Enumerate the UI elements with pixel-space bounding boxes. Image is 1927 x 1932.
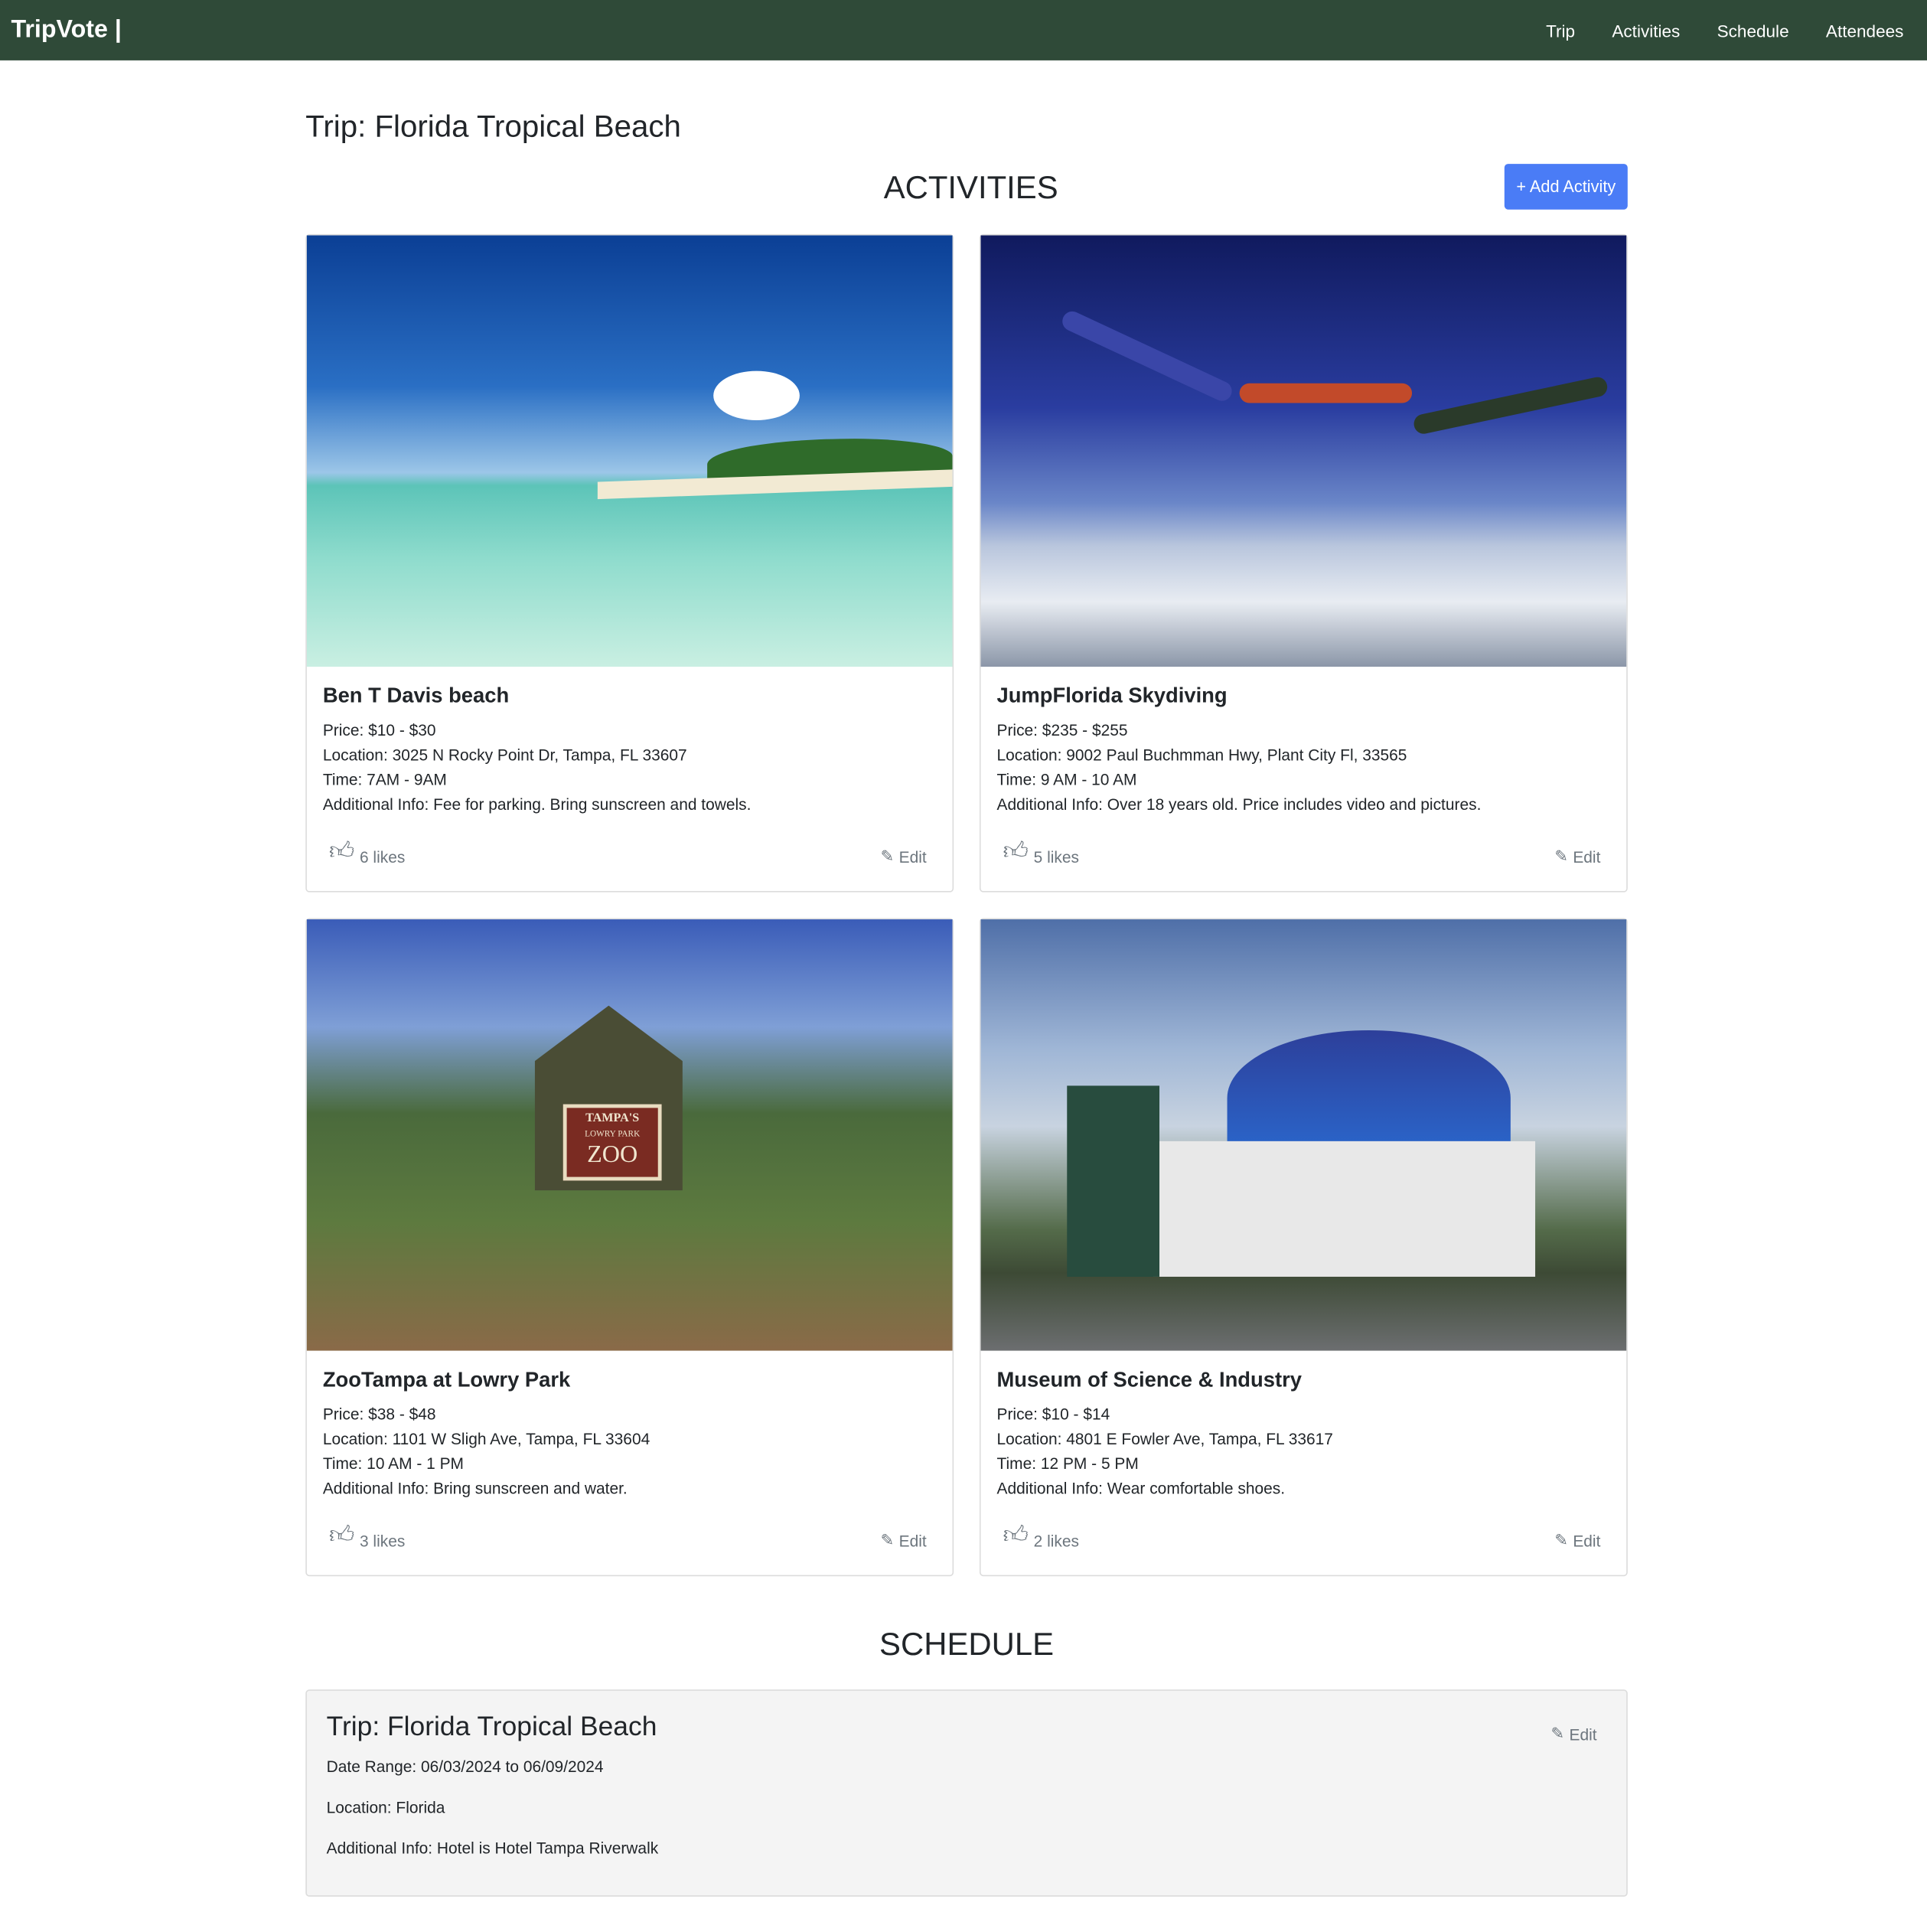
page-title: Trip: Florida Tropical Beach xyxy=(305,109,681,145)
activity-location: Location: 1101 W Sligh Ave, Tampa, FL 33… xyxy=(322,1429,650,1448)
activity-title: ZooTampa at Lowry Park xyxy=(322,1368,571,1392)
nav-link-trip[interactable]: Trip xyxy=(1546,21,1575,41)
schedule-title: Trip: Florida Tropical Beach xyxy=(326,1710,657,1741)
activity-image-zoo: TAMPA'S LOWRY PARK ZOO xyxy=(306,919,953,1351)
schedule-card: Trip: Florida Tropical Beach ✎ Edit Date … xyxy=(305,1689,1628,1897)
activity-time: Time: 7AM - 9AM xyxy=(322,770,447,789)
activity-price: Price: $10 - $14 xyxy=(996,1405,1110,1424)
edit-activity-button[interactable]: ✎ Edit xyxy=(1554,847,1600,866)
edit-icon: ✎ xyxy=(880,1530,895,1549)
brand-logo[interactable]: TripVote | xyxy=(11,16,121,44)
activity-image-skydiving xyxy=(980,235,1627,667)
edit-icon: ✎ xyxy=(880,847,895,866)
activities-heading: ACTIVITIES xyxy=(883,168,1058,206)
schedule-date-range: Date Range: 06/03/2024 to 06/09/2024 xyxy=(326,1757,604,1777)
activity-location: Location: 3025 N Rocky Point Dr, Tampa, … xyxy=(322,746,687,765)
likes-count: 6 likes xyxy=(359,847,406,866)
zoo-sign: TAMPA'S LOWRY PARK ZOO xyxy=(562,1104,662,1181)
activity-price: Price: $235 - $255 xyxy=(996,720,1128,739)
edit-label: Edit xyxy=(898,1531,927,1550)
navbar: TripVote | Trip Activities Schedule Atte… xyxy=(0,0,1927,60)
thumbs-up-icon: 👍︎ xyxy=(1003,1522,1029,1549)
like-button[interactable]: 👍︎ 5 likes xyxy=(1003,837,1079,866)
activity-time: Time: 10 AM - 1 PM xyxy=(322,1454,464,1473)
nav-links: Trip Activities Schedule Attendees xyxy=(1546,21,1903,41)
activity-card: JumpFlorida Skydiving Price: $235 - $255… xyxy=(979,233,1628,893)
activity-price: Price: $10 - $30 xyxy=(322,720,436,739)
activity-location: Location: 4801 E Fowler Ave, Tampa, FL 3… xyxy=(996,1429,1333,1448)
edit-icon: ✎ xyxy=(1554,847,1568,866)
edit-icon: ✎ xyxy=(1550,1724,1565,1743)
like-button[interactable]: 👍︎ 2 likes xyxy=(1003,1521,1079,1551)
schedule-location: Location: Florida xyxy=(326,1797,445,1817)
edit-activity-button[interactable]: ✎ Edit xyxy=(1554,1531,1600,1551)
likes-count: 5 likes xyxy=(1033,847,1079,866)
thumbs-up-icon: 👍︎ xyxy=(328,837,355,866)
activities-grid: Ben T Davis beach Price: $10 - $30 Locat… xyxy=(305,233,1628,1577)
edit-label: Edit xyxy=(1569,1725,1597,1744)
edit-schedule-button[interactable]: ✎ Edit xyxy=(1550,1724,1596,1744)
activity-time: Time: 12 PM - 5 PM xyxy=(996,1454,1139,1473)
activity-image-beach xyxy=(306,235,953,667)
edit-icon: ✎ xyxy=(1554,1530,1568,1549)
likes-count: 2 likes xyxy=(1033,1532,1079,1551)
activity-card: Museum of Science & Industry Price: $10 … xyxy=(979,918,1628,1577)
activity-title: Ben T Davis beach xyxy=(322,684,510,708)
schedule-heading: SCHEDULE xyxy=(879,1625,1055,1663)
activity-info: Additional Info: Wear comfortable shoes. xyxy=(996,1479,1286,1498)
schedule-info: Additional Info: Hotel is Hotel Tampa Ri… xyxy=(326,1839,659,1858)
edit-activity-button[interactable]: ✎ Edit xyxy=(881,847,927,866)
activity-price: Price: $38 - $48 xyxy=(322,1405,436,1424)
edit-label: Edit xyxy=(1573,1531,1601,1550)
likes-count: 3 likes xyxy=(359,1532,406,1551)
edit-activity-button[interactable]: ✎ Edit xyxy=(881,1531,927,1551)
edit-label: Edit xyxy=(1573,847,1601,866)
edit-label: Edit xyxy=(898,847,927,866)
like-button[interactable]: 👍︎ 3 likes xyxy=(328,1521,406,1551)
activity-title: Museum of Science & Industry xyxy=(996,1368,1302,1392)
activity-card: TAMPA'S LOWRY PARK ZOO ZooTampa at Lowry P… xyxy=(305,918,954,1577)
activity-location: Location: 9002 Paul Buchmman Hwy, Plant … xyxy=(996,746,1407,765)
activity-card: Ben T Davis beach Price: $10 - $30 Locat… xyxy=(305,233,954,893)
nav-link-schedule[interactable]: Schedule xyxy=(1717,21,1789,41)
activity-info: Additional Info: Over 18 years old. Pric… xyxy=(996,795,1482,814)
like-button[interactable]: 👍︎ 6 likes xyxy=(329,837,405,866)
activity-title: JumpFlorida Skydiving xyxy=(996,684,1228,708)
add-activity-button[interactable]: + Add Activity xyxy=(1504,164,1628,210)
activity-image-museum xyxy=(980,919,1627,1351)
nav-link-attendees[interactable]: Attendees xyxy=(1826,21,1904,41)
activity-info: Additional Info: Bring sunscreen and wat… xyxy=(322,1479,628,1498)
thumbs-up-icon: 👍︎ xyxy=(1003,837,1029,866)
activity-info: Additional Info: Fee for parking. Bring … xyxy=(322,795,752,814)
activity-time: Time: 9 AM - 10 AM xyxy=(996,770,1137,789)
thumbs-up-icon: 👍︎ xyxy=(328,1522,355,1549)
nav-link-activities[interactable]: Activities xyxy=(1612,21,1680,41)
